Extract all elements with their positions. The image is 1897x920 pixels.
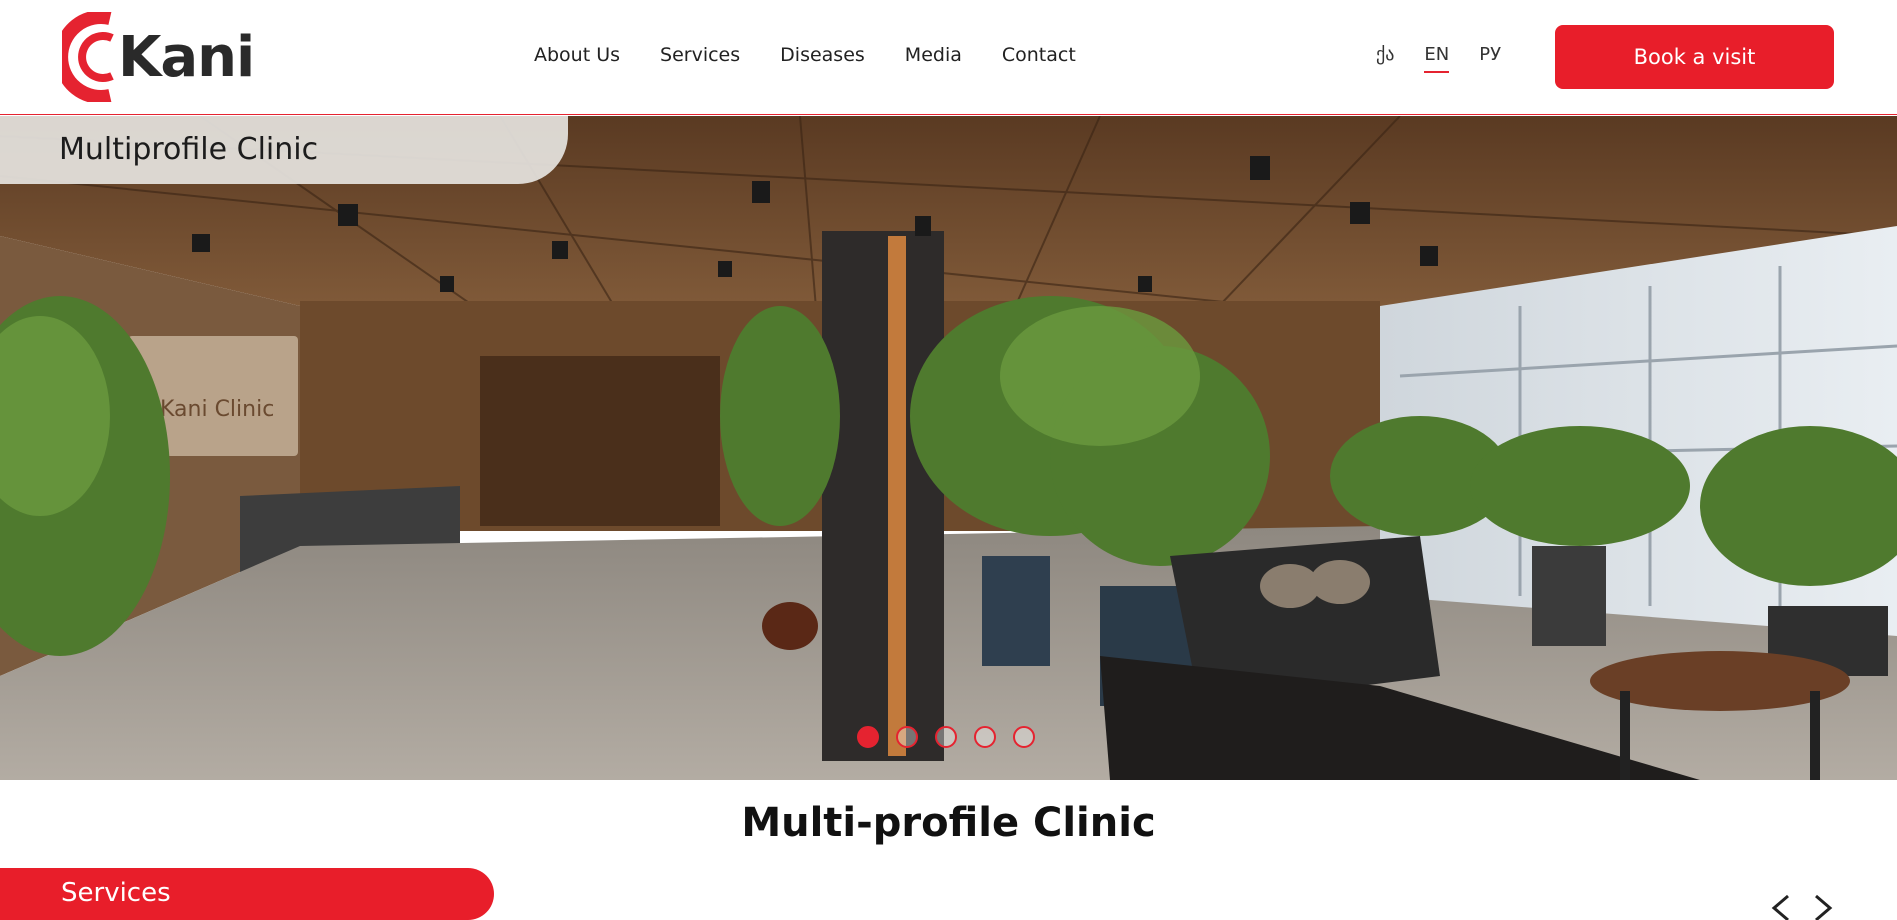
- slider-dot-5[interactable]: [1013, 726, 1035, 748]
- lang-ka[interactable]: ქა: [1376, 44, 1394, 73]
- page-title: Multi-profile Clinic: [741, 800, 1156, 846]
- slider-dot-2[interactable]: [896, 726, 918, 748]
- slider-dot-4[interactable]: [974, 726, 996, 748]
- clinic-sign-text: Kani Clinic: [160, 397, 274, 422]
- slider-dots: [857, 726, 1052, 748]
- nav-diseases[interactable]: Diseases: [780, 44, 865, 66]
- hero-tag-label: Multiprofile Clinic: [59, 132, 319, 167]
- site-header: Kani About Us Services Diseases Media Co…: [0, 0, 1897, 115]
- nav-media[interactable]: Media: [905, 44, 962, 66]
- lang-en[interactable]: EN: [1424, 44, 1450, 73]
- logo[interactable]: Kani: [62, 12, 255, 102]
- nav-contact[interactable]: Contact: [1002, 44, 1076, 66]
- nav-about-us[interactable]: About Us: [534, 44, 620, 66]
- slider-dot-1[interactable]: [857, 726, 879, 748]
- services-tab-label: Services: [61, 878, 171, 908]
- arrow-right-icon[interactable]: [1810, 893, 1836, 920]
- main-nav: About Us Services Diseases Media Contact: [534, 44, 1116, 66]
- slider-dot-3[interactable]: [935, 726, 957, 748]
- services-tab: Services: [0, 868, 494, 920]
- language-switcher: ქა EN РУ: [1376, 44, 1531, 73]
- nav-services[interactable]: Services: [660, 44, 740, 66]
- hero-image: Kani Clinic: [0, 116, 1897, 780]
- logo-text: Kani: [118, 24, 255, 90]
- arrow-left-icon[interactable]: [1768, 893, 1794, 920]
- hero-tag: Multiprofile Clinic: [0, 116, 568, 184]
- book-visit-button[interactable]: Book a visit: [1555, 25, 1834, 89]
- hero-slider[interactable]: Kani Clinic: [0, 116, 1897, 780]
- kani-logo-icon: [62, 12, 114, 102]
- lang-ru[interactable]: РУ: [1479, 44, 1501, 73]
